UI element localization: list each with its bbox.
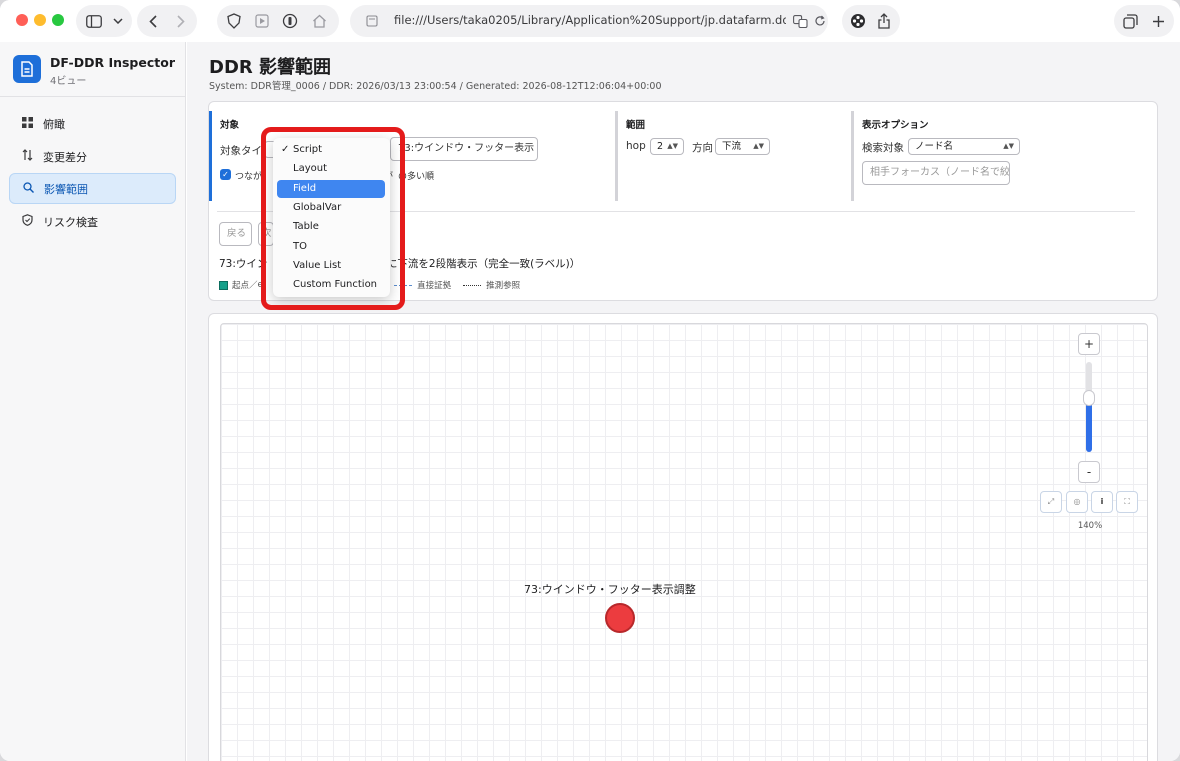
fit-view-icon[interactable]: ⤢ (1040, 491, 1062, 513)
updown-caret-icon: ▲▼ (753, 142, 764, 150)
sidebar-item-diff[interactable]: 変更差分 (9, 141, 176, 172)
sidebar-item-overview[interactable]: 俯瞰 (9, 108, 176, 139)
direction-label: 方向 (692, 142, 713, 154)
zoom-in-button[interactable]: + (1078, 333, 1100, 355)
search-icon (21, 181, 35, 196)
history-nav (137, 5, 197, 37)
shield-icon (20, 214, 34, 229)
page-actions (842, 5, 900, 37)
tab-actions (1114, 5, 1174, 37)
zoom-window-button[interactable] (52, 14, 64, 26)
address-bar[interactable]: file:///Users/taka0205/Library/Applicati… (350, 5, 828, 37)
page-menu-icon[interactable] (358, 5, 386, 37)
checkbox-label: つなが (235, 172, 263, 182)
minimize-window-button[interactable] (34, 14, 46, 26)
annotation-highlight-box (261, 127, 405, 310)
direction-select[interactable]: 下流 ▲▼ (715, 138, 770, 155)
extension-play-icon[interactable] (248, 5, 276, 37)
swap-arrows-icon (20, 149, 34, 164)
sidebar-item-label: リスク検査 (43, 215, 98, 229)
direction-value: 下流 (722, 141, 742, 152)
options-heading: 表示オプション (862, 120, 929, 131)
updown-caret-icon: ▲▼ (667, 142, 678, 150)
search-target-select[interactable]: ノード名 ▲▼ (908, 138, 1020, 155)
sidebar-item-risk[interactable]: リスク検査 (9, 206, 176, 237)
app-logo-icon (13, 55, 41, 83)
graph-canvas[interactable]: + - ⤢ ◎ i ⛶ 140% 73:ウインドウ・フッター表示調整 (208, 313, 1158, 761)
new-tab-plus-icon[interactable] (1144, 5, 1172, 37)
legend-inferred-label: 推測参照 (486, 281, 521, 291)
display-options-section: 表示オプション 検索対象 ノード名 ▲▼ 相手フォーカス（ノード名で絞 (851, 111, 1141, 201)
sidebar-divider (0, 96, 186, 97)
info-icon[interactable]: i (1091, 491, 1113, 513)
legend-dotted-swatch (463, 284, 482, 286)
graph-grid[interactable] (220, 323, 1148, 761)
page-title: DDR 影響範囲 (209, 57, 332, 78)
app-title: DF-DDR Inspector (50, 55, 175, 70)
page-meta: System: DDR管理_0006 / DDR: 2026/03/13 23:… (209, 81, 662, 92)
zoom-slider-handle[interactable] (1083, 390, 1095, 406)
zoom-out-button[interactable]: - (1078, 461, 1100, 483)
url-text: file:///Users/taka0205/Library/Applicati… (394, 13, 786, 27)
sidebar-item-impact[interactable]: 影響範囲 (9, 173, 176, 204)
sidebar-item-label: 変更差分 (43, 150, 87, 164)
tab-overview-icon[interactable] (1116, 5, 1144, 37)
sidebar-item-label: 影響範囲 (44, 182, 88, 196)
range-section: 範囲 hop 2 ▲▼ 方向 下流 ▲▼ (615, 111, 851, 201)
extension-password-icon[interactable] (276, 5, 304, 37)
search-target-value: ノード名 (915, 141, 954, 152)
graph-node-start[interactable] (605, 603, 635, 633)
fullscreen-icon[interactable]: ⛶ (1116, 491, 1138, 513)
hop-value: 2 (657, 141, 664, 152)
legend-start-swatch (219, 280, 228, 290)
legend-start-label: 起点／ (232, 281, 258, 291)
search-target-label: 検索対象 (862, 142, 904, 154)
range-heading: 範囲 (626, 120, 646, 131)
zoom-slider[interactable] (1083, 362, 1095, 452)
target-node-picker[interactable]: 73:ウインドウ・フッター表示 (390, 137, 538, 161)
home-icon[interactable] (305, 5, 333, 37)
graph-node-label: 73:ウインドウ・フッター表示調整 (524, 583, 696, 596)
partner-focus-input[interactable]: 相手フォーカス（ノード名で絞 (862, 161, 1010, 185)
reload-icon[interactable] (806, 5, 834, 37)
target-heading: 対象 (220, 120, 240, 131)
extension-puzzle-icon[interactable] (844, 5, 872, 37)
zoom-level-label: 140% (1077, 521, 1103, 531)
extensions-group (217, 5, 339, 37)
target-type-label: 対象タイ (220, 145, 262, 157)
app-sidebar: DF-DDR Inspector 4ビュー 俯瞰 変更差分 影響範囲 リスク検査 (0, 42, 186, 761)
app-subtitle: 4ビュー (50, 76, 87, 87)
updown-caret-icon: ▲▼ (1003, 142, 1014, 150)
browser-toolbar: file:///Users/taka0205/Library/Applicati… (0, 0, 1180, 42)
chevron-down-icon[interactable] (104, 5, 132, 37)
sort-connections-checkbox[interactable]: ✓ (220, 169, 231, 180)
sidebar-toggle-group (76, 5, 132, 37)
grid-icon (20, 116, 34, 131)
browser-window: file:///Users/taka0205/Library/Applicati… (0, 0, 1180, 761)
back-button[interactable]: 戻る (219, 222, 252, 246)
zoom-slider-fill (1086, 398, 1092, 452)
close-window-button[interactable] (16, 14, 28, 26)
sidebar-item-label: 俯瞰 (43, 117, 65, 131)
forward-arrow-icon[interactable] (167, 5, 195, 37)
center-target-icon[interactable]: ◎ (1066, 491, 1088, 513)
share-icon[interactable] (870, 5, 898, 37)
back-arrow-icon[interactable] (139, 5, 167, 37)
hop-select[interactable]: 2 ▲▼ (650, 138, 684, 155)
legend-direct-label: 直接証拠 (417, 281, 452, 291)
hop-label: hop (626, 140, 646, 152)
extension-shield-icon[interactable] (220, 5, 248, 37)
